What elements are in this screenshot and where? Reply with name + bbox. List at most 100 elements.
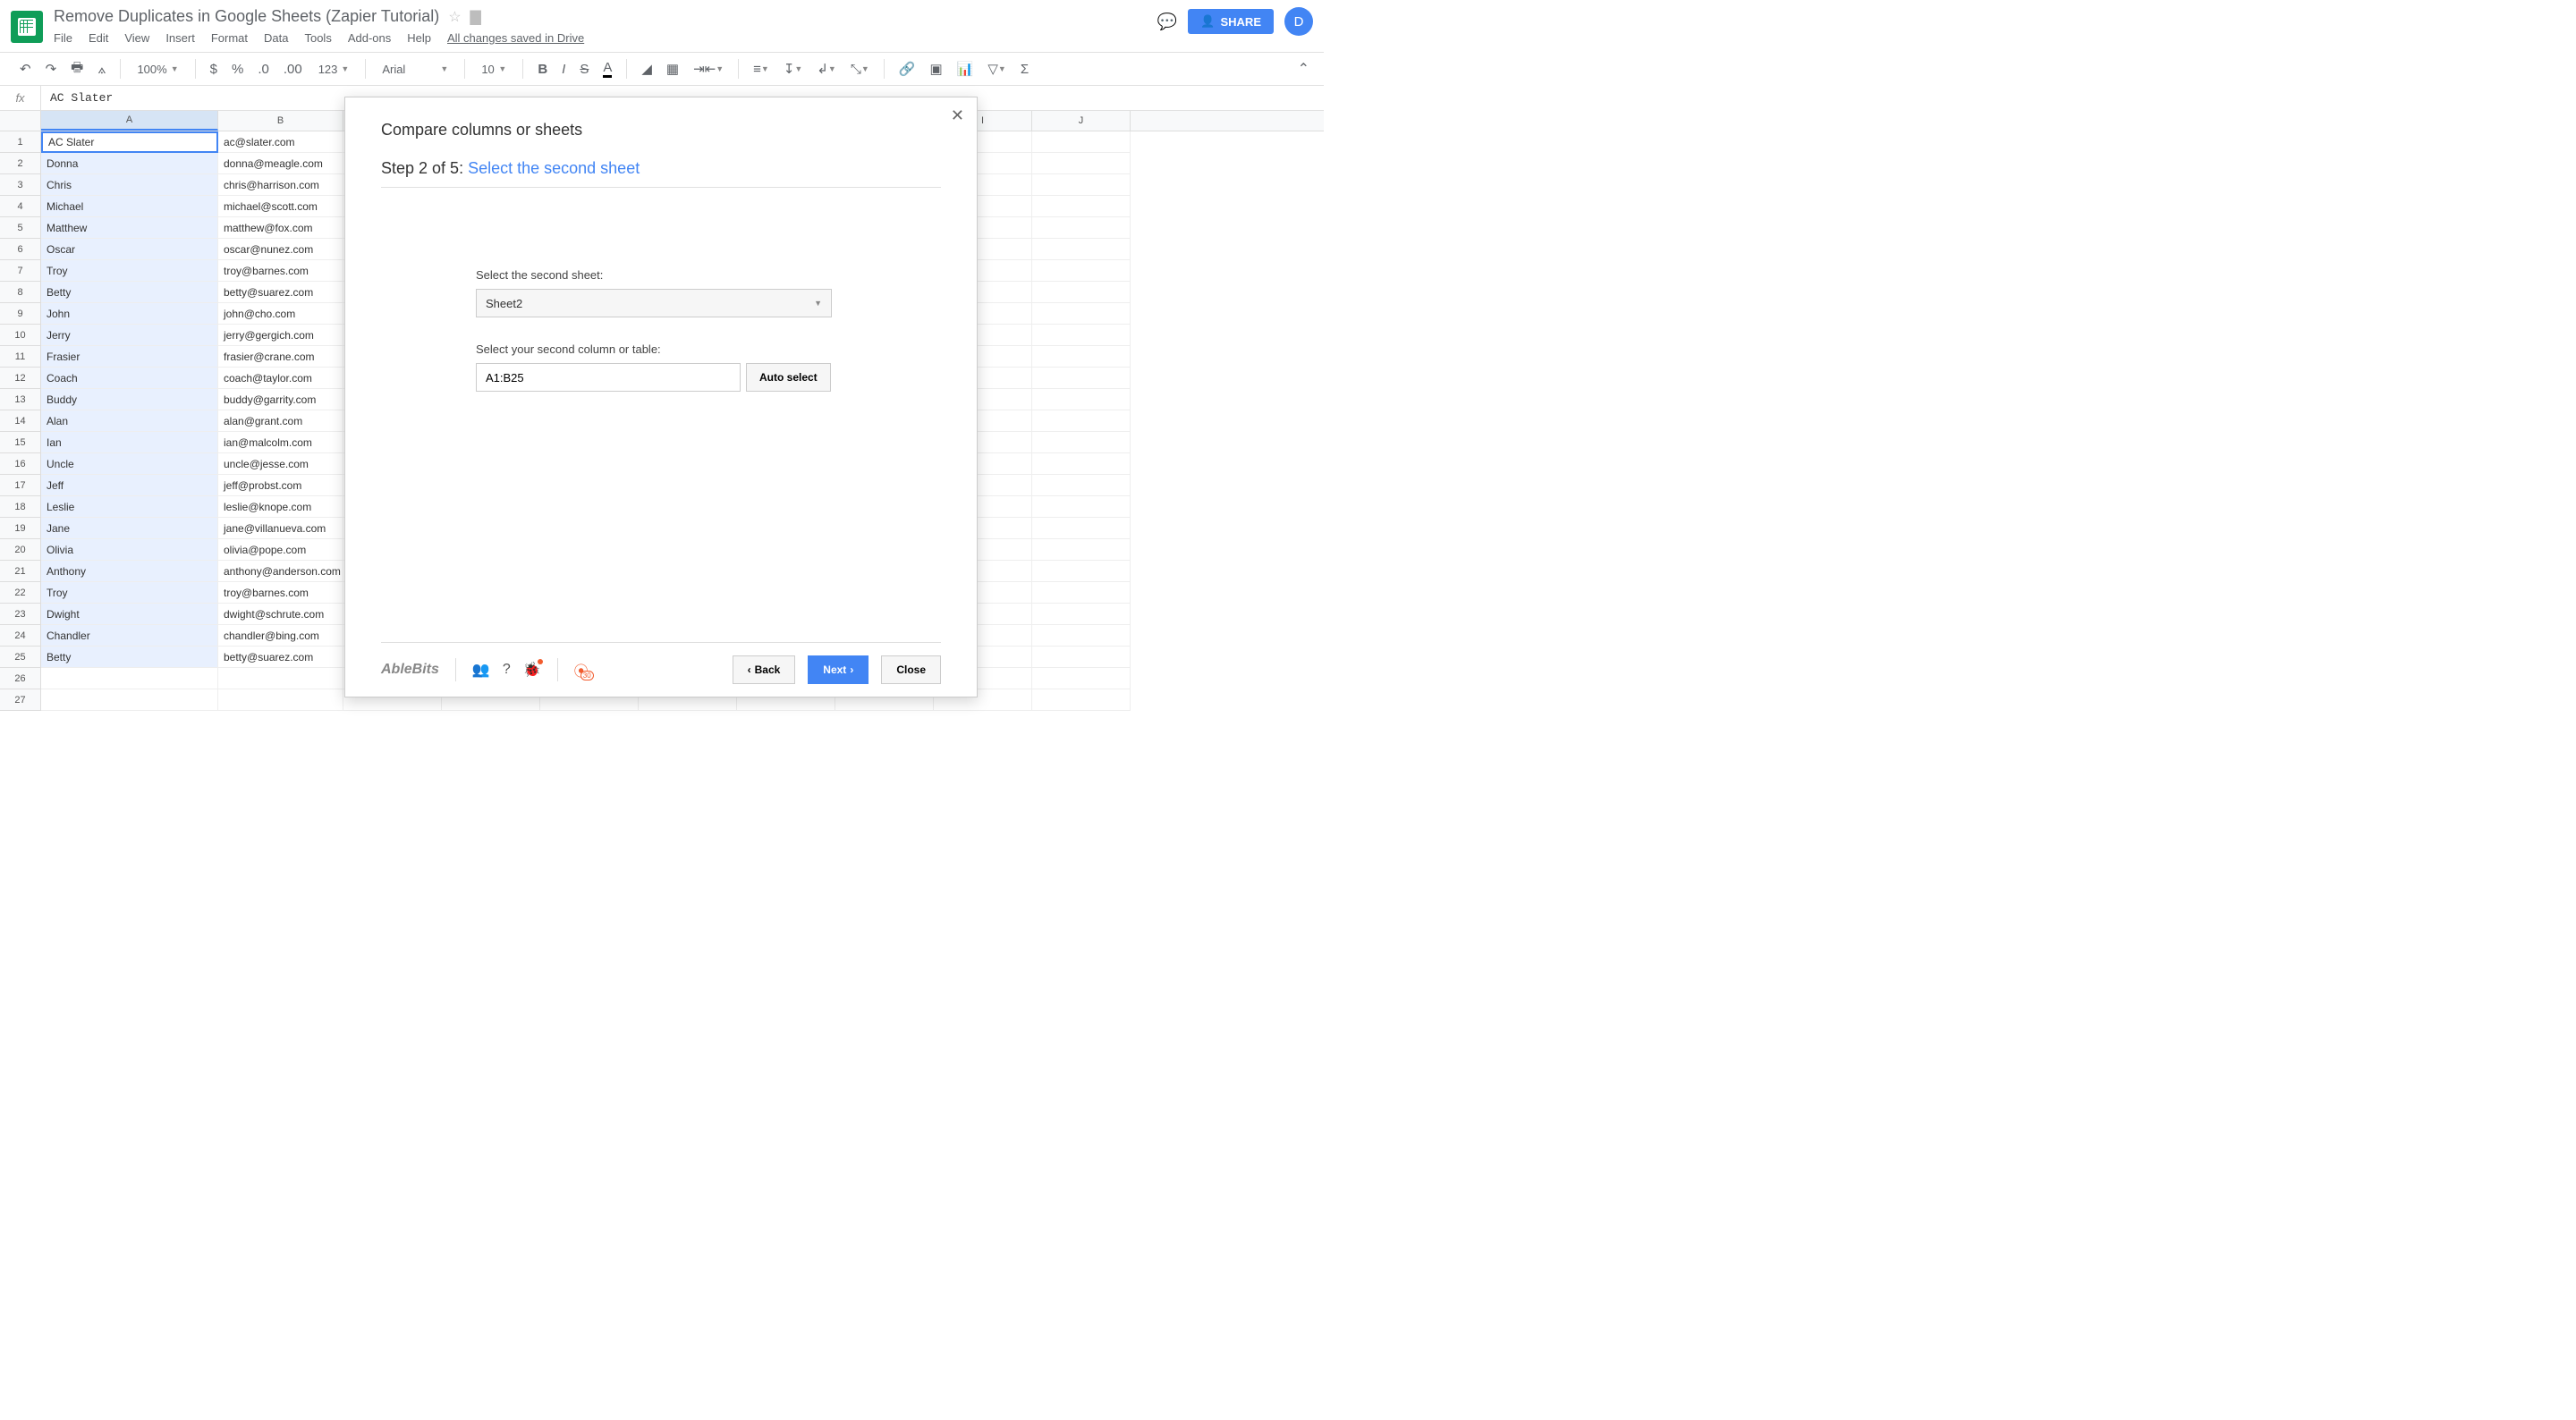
cell[interactable]: troy@barnes.com	[218, 260, 343, 282]
user-avatar[interactable]: D	[1284, 7, 1313, 36]
column-header[interactable]: J	[1032, 111, 1131, 131]
cell[interactable]: Oscar	[41, 239, 218, 260]
cell[interactable]	[1032, 496, 1131, 518]
cell[interactable]	[1032, 346, 1131, 368]
cell[interactable]: ian@malcolm.com	[218, 432, 343, 453]
cell[interactable]: Alan	[41, 410, 218, 432]
currency-icon[interactable]: $	[205, 58, 223, 80]
cell[interactable]	[41, 668, 218, 689]
redo-icon[interactable]: ↷	[40, 57, 63, 80]
cell[interactable]	[218, 668, 343, 689]
chart-icon[interactable]: 📊	[952, 57, 979, 80]
close-icon[interactable]: ✕	[951, 106, 964, 125]
cell[interactable]	[1032, 131, 1131, 153]
cell[interactable]: alan@grant.com	[218, 410, 343, 432]
cell[interactable]: matthew@fox.com	[218, 217, 343, 239]
cell[interactable]: chandler@bing.com	[218, 625, 343, 647]
row-header[interactable]: 2	[0, 153, 41, 174]
cell[interactable]	[41, 689, 218, 711]
bold-icon[interactable]: B	[532, 58, 553, 80]
cell[interactable]: Jeff	[41, 475, 218, 496]
cell[interactable]	[1032, 303, 1131, 325]
cell[interactable]: john@cho.com	[218, 303, 343, 325]
cell[interactable]	[1032, 196, 1131, 217]
menu-edit[interactable]: Edit	[89, 31, 108, 45]
cell[interactable]	[1032, 604, 1131, 625]
row-header[interactable]: 7	[0, 260, 41, 282]
cell[interactable]: Betty	[41, 647, 218, 668]
row-header[interactable]: 15	[0, 432, 41, 453]
cell[interactable]	[1032, 432, 1131, 453]
h-align-icon[interactable]: ≡▼	[748, 58, 775, 80]
row-header[interactable]: 11	[0, 346, 41, 368]
row-header[interactable]: 14	[0, 410, 41, 432]
cell[interactable]: Donna	[41, 153, 218, 174]
row-header[interactable]: 4	[0, 196, 41, 217]
row-header[interactable]: 10	[0, 325, 41, 346]
undo-icon[interactable]: ↶	[14, 57, 37, 80]
cell[interactable]	[1032, 325, 1131, 346]
cell[interactable]: frasier@crane.com	[218, 346, 343, 368]
percent-icon[interactable]: %	[226, 58, 249, 80]
back-button[interactable]: ‹Back	[733, 655, 796, 684]
row-header[interactable]: 20	[0, 539, 41, 561]
cell[interactable]	[1032, 239, 1131, 260]
cell[interactable]	[1032, 582, 1131, 604]
menu-help[interactable]: Help	[407, 31, 431, 45]
cell[interactable]: Buddy	[41, 389, 218, 410]
rotate-icon[interactable]: ⤡▼	[845, 58, 875, 80]
second-sheet-select[interactable]: Sheet2 ▼	[476, 289, 832, 317]
print-icon[interactable]: 🖶	[65, 55, 89, 84]
cell[interactable]: troy@barnes.com	[218, 582, 343, 604]
cell[interactable]	[218, 689, 343, 711]
italic-icon[interactable]: I	[556, 58, 571, 80]
cell[interactable]: jeff@probst.com	[218, 475, 343, 496]
row-header[interactable]: 19	[0, 518, 41, 539]
cell[interactable]: betty@suarez.com	[218, 647, 343, 668]
cell[interactable]: olivia@pope.com	[218, 539, 343, 561]
cell[interactable]: Michael	[41, 196, 218, 217]
cell[interactable]: Leslie	[41, 496, 218, 518]
column-header[interactable]: B	[218, 111, 343, 131]
cell[interactable]: chris@harrison.com	[218, 174, 343, 196]
menu-insert[interactable]: Insert	[165, 31, 195, 45]
paint-format-icon[interactable]: ⟑	[92, 58, 111, 80]
row-header[interactable]: 8	[0, 282, 41, 303]
close-button[interactable]: Close	[881, 655, 941, 684]
cell[interactable]: Anthony	[41, 561, 218, 582]
menu-data[interactable]: Data	[264, 31, 288, 45]
cell[interactable]	[1032, 453, 1131, 475]
borders-icon[interactable]: ▦	[661, 57, 684, 80]
lifebuoy-icon[interactable]: ⦿30	[574, 659, 589, 680]
cell[interactable]: dwight@schrute.com	[218, 604, 343, 625]
cell[interactable]: AC Slater	[41, 131, 218, 153]
star-icon[interactable]: ☆	[448, 8, 461, 26]
font-dropdown[interactable]: Arial▼	[375, 63, 455, 76]
row-header[interactable]: 21	[0, 561, 41, 582]
auto-select-button[interactable]: Auto select	[746, 363, 831, 392]
cell[interactable]	[1032, 518, 1131, 539]
cell[interactable]: Olivia	[41, 539, 218, 561]
cell[interactable]: coach@taylor.com	[218, 368, 343, 389]
row-header[interactable]: 23	[0, 604, 41, 625]
strike-icon[interactable]: S	[574, 58, 594, 80]
row-header[interactable]: 16	[0, 453, 41, 475]
cell[interactable]	[1032, 539, 1131, 561]
row-header[interactable]: 25	[0, 647, 41, 668]
menu-addons[interactable]: Add-ons	[348, 31, 391, 45]
help-icon[interactable]: ?	[503, 662, 511, 678]
column-header[interactable]: A	[41, 111, 218, 131]
sheets-logo-icon[interactable]	[11, 11, 43, 43]
functions-icon[interactable]: Σ	[1015, 58, 1034, 80]
cell[interactable]: leslie@knope.com	[218, 496, 343, 518]
row-header[interactable]: 9	[0, 303, 41, 325]
comment-icon[interactable]: ▣	[924, 57, 947, 80]
cell[interactable]: uncle@jesse.com	[218, 453, 343, 475]
cell[interactable]: buddy@garrity.com	[218, 389, 343, 410]
fill-color-icon[interactable]: ◢	[636, 57, 657, 80]
increase-decimal-icon[interactable]: .00	[278, 58, 308, 80]
menu-file[interactable]: File	[54, 31, 72, 45]
merge-icon[interactable]: ⇥⇤▼	[688, 57, 729, 80]
cell[interactable]	[1032, 668, 1131, 689]
cell[interactable]: Ian	[41, 432, 218, 453]
